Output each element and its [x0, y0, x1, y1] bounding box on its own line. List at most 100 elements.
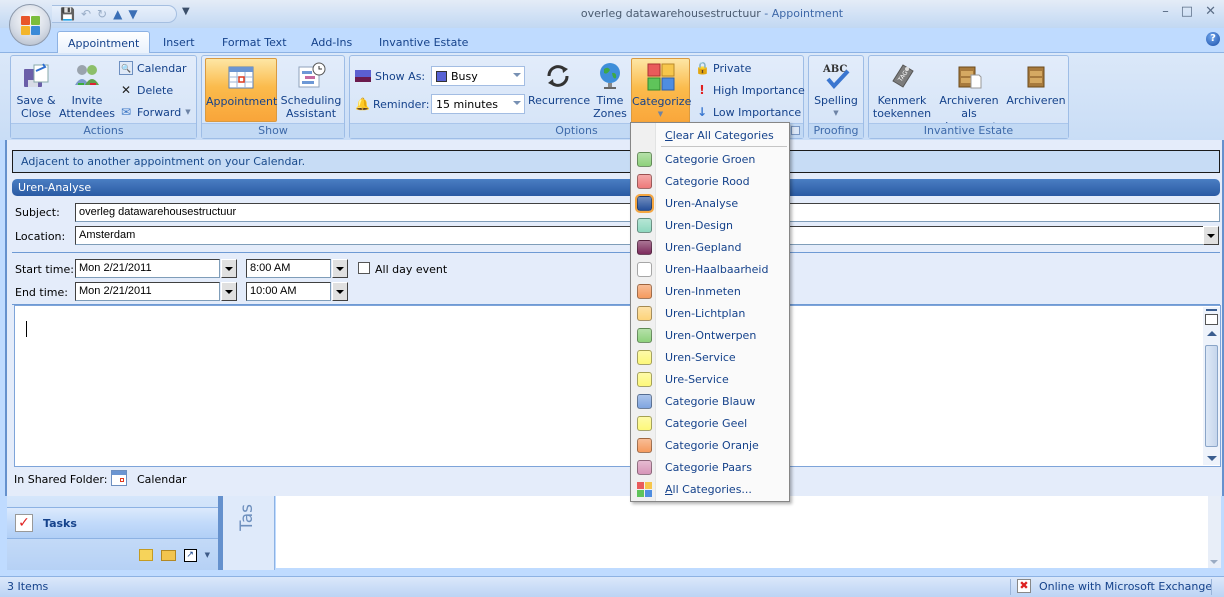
menu-item-category[interactable]: Uren-Ontwerpen	[631, 324, 789, 346]
tab-insert[interactable]: Insert	[153, 31, 205, 53]
show-as-dropdown[interactable]: Busy	[431, 66, 525, 86]
status-divider	[1010, 579, 1011, 595]
notes-body-editor[interactable]	[14, 305, 1221, 467]
menu-item-category[interactable]: Categorie Oranje	[631, 434, 789, 456]
maximize-icon[interactable]: □	[1181, 4, 1193, 19]
private-button[interactable]: 🔒 Private	[695, 58, 751, 78]
kenmerk-toekennen-button[interactable]: TAG Kenmerk toekennen	[871, 58, 933, 122]
menu-item-category[interactable]: Uren-Analyse	[631, 192, 789, 214]
menu-item-category[interactable]: Categorie Paars	[631, 456, 789, 478]
high-importance-button[interactable]: ! High Importance	[695, 80, 805, 100]
calendar-button[interactable]: 🔍 Calendar	[119, 58, 186, 78]
notes-icon[interactable]	[138, 549, 153, 561]
invite-attendees-button[interactable]: Invite Attendees	[59, 58, 115, 122]
group-label-proofing: Proofing	[809, 123, 863, 138]
shared-folder-label: In Shared Folder:	[14, 473, 108, 486]
menu-item-category[interactable]: Uren-Inmeten	[631, 280, 789, 302]
all-day-checkbox[interactable]	[358, 262, 370, 274]
scroll-up-icon[interactable]	[1207, 331, 1217, 336]
delete-button[interactable]: ✕ Delete	[119, 80, 173, 100]
start-date-input[interactable]: Mon 2/21/2011	[75, 259, 220, 278]
archive-cabinet-icon	[1027, 66, 1045, 88]
high-importance-icon: !	[699, 83, 705, 97]
category-color-swatch-icon	[637, 394, 652, 409]
configure-buttons-icon[interactable]: ▼	[205, 551, 210, 559]
time-zones-label-2: Zones	[593, 107, 627, 120]
category-color-swatch-icon	[637, 284, 652, 299]
save-close-button[interactable]: Save & Close	[13, 58, 59, 122]
group-label-invantive-estate: Invantive Estate	[869, 123, 1068, 138]
menu-item-clear-all-categories[interactable]: Clear All Categories	[631, 124, 789, 146]
forward-button[interactable]: ✉ Forward ▼	[119, 102, 191, 122]
accelerator-key: A	[665, 482, 673, 496]
menu-item-all-categories[interactable]: All Categories...	[631, 478, 789, 500]
connection-status[interactable]: Online with Microsoft Exchange	[1039, 580, 1212, 593]
appointment-view-button[interactable]: Appointment	[205, 58, 277, 122]
todo-bar[interactable]: Tas	[223, 496, 275, 570]
tab-add-ins[interactable]: Add-Ins	[301, 31, 362, 53]
end-date-dropdown-button[interactable]	[221, 282, 237, 301]
scheduling-assistant-button[interactable]: Scheduling Assistant	[279, 58, 343, 122]
menu-item-category[interactable]: Uren-Design	[631, 214, 789, 236]
location-dropdown-button[interactable]	[1203, 226, 1219, 245]
spelling-abc-icon: ABC	[822, 64, 850, 89]
show-as-text: Show As:	[375, 69, 426, 83]
menu-item-category[interactable]: Categorie Blauw	[631, 390, 789, 412]
collapse-icon[interactable]	[1206, 309, 1217, 311]
document-title: overleg datawarehousestructuur	[580, 7, 761, 20]
start-time-dropdown-button[interactable]	[332, 259, 348, 278]
minimize-icon[interactable]: –	[1162, 4, 1169, 19]
scroll-down-icon[interactable]	[1207, 456, 1217, 461]
help-icon[interactable]: ?	[1206, 32, 1220, 46]
nav-tasks-button[interactable]: ✓ Tasks	[7, 507, 218, 539]
menu-item-category[interactable]: Categorie Rood	[631, 170, 789, 192]
ribbon: Save & Close Invite Attendees 🔍 Calendar …	[0, 53, 1224, 140]
tab-invantive-estate[interactable]: Invantive Estate	[369, 31, 478, 53]
folder-list-icon[interactable]	[160, 549, 176, 561]
forward-dropdown-icon[interactable]: ▼	[185, 108, 190, 116]
tag-icon: TAG	[892, 64, 914, 88]
close-icon[interactable]: ✕	[1205, 4, 1216, 19]
menu-item-category[interactable]: Ure-Service	[631, 368, 789, 390]
archiveren-button[interactable]: Archiveren	[1005, 58, 1067, 122]
tasks-icon: ✓	[15, 514, 33, 532]
body-scrollbar[interactable]	[1203, 307, 1220, 465]
task-list-scrollbar[interactable]	[1208, 496, 1221, 568]
category-label: Categorie Blauw	[665, 394, 756, 408]
shortcuts-icon[interactable]: ↗	[183, 548, 197, 562]
appointment-calendar-icon	[228, 66, 254, 89]
end-time-input[interactable]: 10:00 AM	[246, 282, 331, 301]
low-importance-button[interactable]: ↓ Low Importance	[695, 102, 801, 122]
scroll-down-icon[interactable]	[1210, 560, 1218, 564]
options-dialog-launcher-icon[interactable]	[791, 126, 800, 135]
menu-item-category[interactable]: Categorie Groen	[631, 148, 789, 170]
reminder-dropdown[interactable]: 15 minutes	[431, 94, 525, 114]
menu-item-category[interactable]: Uren-Service	[631, 346, 789, 368]
office-button[interactable]	[9, 4, 51, 46]
spelling-button[interactable]: ABC Spelling ▼	[811, 58, 861, 124]
tab-appointment[interactable]: Appointment	[57, 31, 151, 54]
category-label: Uren-Gepland	[665, 240, 742, 254]
time-zones-button[interactable]: Time Zones	[590, 58, 630, 122]
end-date-input[interactable]: Mon 2/21/2011	[75, 282, 220, 301]
start-time-input[interactable]: 8:00 AM	[246, 259, 331, 278]
archiveren-als-document-button[interactable]: Archiveren als document	[935, 58, 1003, 133]
tab-format-text[interactable]: Format Text	[212, 31, 297, 53]
category-color-swatch-icon	[637, 152, 652, 167]
menu-item-category[interactable]: Uren-Haalbaarheid	[631, 258, 789, 280]
task-list[interactable]	[276, 496, 1208, 568]
end-time-dropdown-button[interactable]	[332, 282, 348, 301]
scroll-thumb[interactable]	[1205, 345, 1218, 447]
recurrence-button[interactable]: Recurrence	[528, 58, 590, 122]
category-label: Uren-Analyse	[665, 196, 739, 210]
menu-item-category[interactable]: Uren-Lichtplan	[631, 302, 789, 324]
menu-item-category[interactable]: Uren-Gepland	[631, 236, 789, 258]
start-date-dropdown-button[interactable]	[221, 259, 237, 278]
category-label: Categorie Rood	[665, 174, 750, 188]
categorize-menu: Clear All Categories Categorie Groen Cate…	[630, 122, 790, 502]
split-view-icon[interactable]	[1205, 314, 1218, 325]
all-day-label: All day event	[375, 263, 448, 276]
category-color-swatch-icon	[637, 306, 652, 321]
menu-item-category[interactable]: Categorie Geel	[631, 412, 789, 434]
categorize-button[interactable]: Categorize ▼	[631, 58, 691, 125]
